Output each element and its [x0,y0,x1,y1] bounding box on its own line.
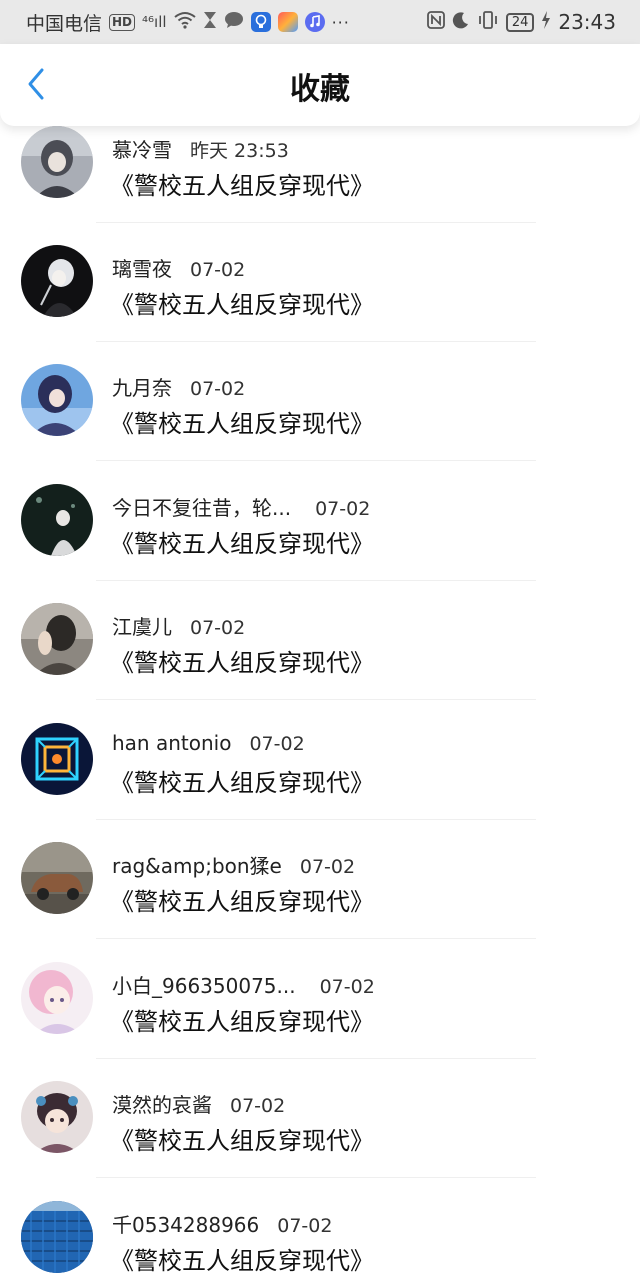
username: 小白_966350075... [112,974,296,998]
item-meta: 千0534288966 07-02 [112,1209,332,1238]
item-date: 07-02 [190,617,246,639]
item-date: 07-02 [190,378,246,400]
item-meta: 小白_966350075... 07-02 [112,970,375,999]
avatar [21,603,93,675]
item-meta: han antonio 07-02 [112,731,305,755]
divider [96,460,536,461]
favorite-item[interactable]: 璃雪夜 07-02 《警校五人组反穿现代》 [0,245,640,364]
page-title: 收藏 [290,72,350,107]
avatar [21,962,93,1034]
status-bar-left: 中国电信 HD ⁴⁶ıll ··· [26,9,350,36]
book-title: 《警校五人组反穿现代》 [110,1008,374,1036]
navigation-bar: 收藏 [0,44,640,126]
clock-label: 23:43 [558,10,616,34]
item-meta: 江虞儿 07-02 [112,611,245,640]
favorite-item[interactable]: han antonio 07-02 《警校五人组反穿现代》 [0,723,640,842]
item-meta: rag&amp;bon猱e 07-02 [112,850,355,879]
divider [96,699,536,700]
battery-icon: 24 [505,12,535,32]
divider [96,1058,536,1059]
username: 璃雪夜 [112,257,172,281]
divider [96,819,536,820]
item-date: 07-02 [277,1215,333,1237]
avatar [21,126,93,198]
book-title: 《警校五人组反穿现代》 [110,410,374,438]
status-bar-right: 24 23:43 [426,10,616,34]
favorite-item[interactable]: 今日不复往昔，轮... 07-02 《警校五人组反穿现代》 [0,484,640,603]
music-app-icon [304,12,325,32]
username: rag&amp;bon猱e [112,854,282,878]
book-title: 《警校五人组反穿现代》 [110,1127,374,1155]
favorite-item[interactable]: 小白_966350075... 07-02 《警校五人组反穿现代》 [0,962,640,1081]
puzzle-app-icon [277,12,298,32]
hd-badge: HD [109,13,136,31]
favorite-item[interactable]: 千0534288966 07-02 《警校五人组反穿现代》 [0,1201,640,1280]
username: 千0534288966 [112,1213,260,1237]
item-meta: 慕冷雪 昨天 23:53 [112,134,289,163]
favorite-item[interactable]: 漠然的哀酱 07-02 《警校五人组反穿现代》 [0,1081,640,1200]
status-bar: 中国电信 HD ⁴⁶ıll ··· 24 23:43 [0,0,640,44]
avatar [21,1201,93,1273]
divider [96,938,536,939]
item-date: 07-02 [319,976,375,998]
book-title: 《警校五人组反穿现代》 [110,769,374,797]
favorite-item[interactable]: 九月奈 07-02 《警校五人组反穿现代》 [0,364,640,483]
wifi-icon [173,11,196,33]
item-meta: 璃雪夜 07-02 [112,253,245,282]
avatar [21,842,93,914]
moon-icon [452,11,470,33]
book-title: 《警校五人组反穿现代》 [110,888,374,916]
favorite-item[interactable]: 江虞儿 07-02 《警校五人组反穿现代》 [0,603,640,722]
item-date: 07-02 [230,1095,286,1117]
divider [96,580,536,581]
carrier-label: 中国电信 [26,12,103,35]
username: 慕冷雪 [112,138,172,162]
avatar [21,723,93,795]
favorite-item[interactable]: 慕冷雪 昨天 23:53 《警校五人组反穿现代》 [0,126,640,245]
username: han antonio [112,731,232,755]
avatar [21,245,93,317]
vibrate-icon [477,11,499,33]
charging-icon [541,11,551,33]
avatar [21,364,93,436]
book-title: 《警校五人组反穿现代》 [110,649,374,677]
divider [96,341,536,342]
item-meta: 漠然的哀酱 07-02 [112,1089,285,1118]
item-date: 07-02 [299,856,356,878]
item-date: 07-02 [249,733,305,755]
avatar [21,484,93,556]
book-title: 《警校五人组反穿现代》 [110,1247,374,1275]
avatar [21,1081,93,1153]
book-title: 《警校五人组反穿现代》 [110,530,374,558]
favorite-item[interactable]: rag&amp;bon猱e 07-02 《警校五人组反穿现代》 [0,842,640,961]
book-title: 《警校五人组反穿现代》 [110,172,374,200]
divider [96,1177,536,1178]
username: 九月奈 [112,376,172,400]
book-title: 《警校五人组反穿现代》 [110,291,374,319]
chat-bubble-icon [224,11,244,33]
hourglass-icon [203,11,217,33]
nfc-icon [426,11,445,33]
item-meta: 今日不复往昔，轮... 07-02 [112,492,370,521]
item-date: 07-02 [315,498,371,520]
username: 漠然的哀酱 [112,1093,212,1117]
username: 江虞儿 [112,615,172,639]
item-date: 07-02 [190,259,246,281]
signal-icon: ⁴⁶ıll [142,13,167,31]
item-meta: 九月奈 07-02 [112,372,245,401]
item-date: 昨天 23:53 [190,140,289,162]
more-dots-icon: ··· [331,12,350,32]
lightbulb-app-icon [250,12,271,32]
divider [96,222,536,223]
username: 今日不复往昔，轮... [112,496,292,520]
